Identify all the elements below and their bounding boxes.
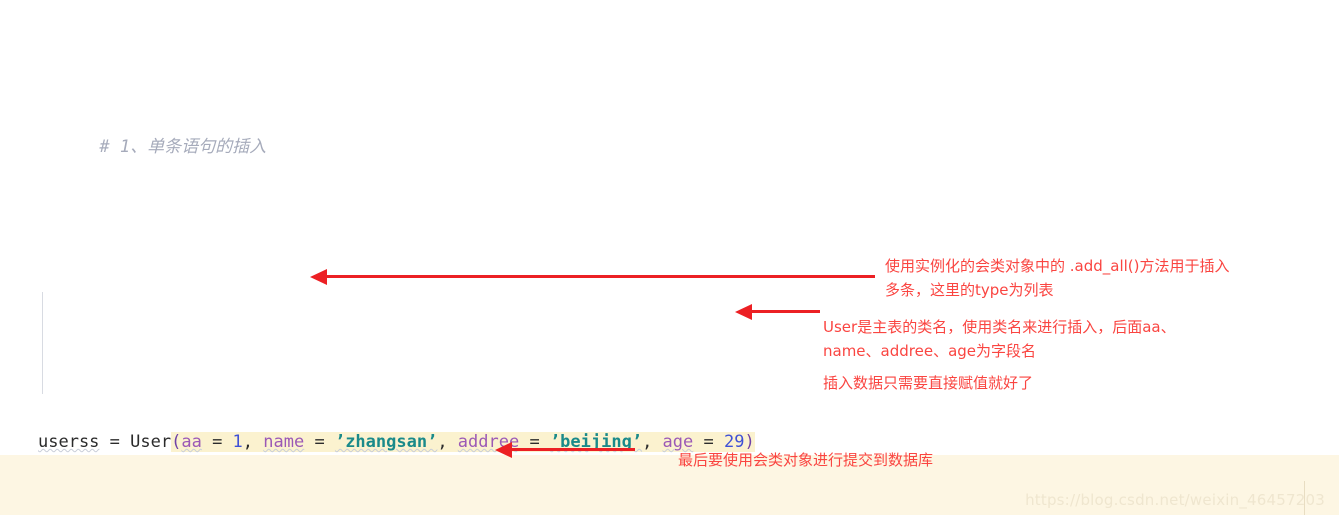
arrow-to-user-args [735, 304, 820, 320]
code-spacer-1 [38, 225, 858, 256]
arrow-shaft [751, 310, 820, 313]
arrow-shaft [511, 448, 635, 451]
annotation-assign: 插入数据只需要直接赋值就好了 [823, 374, 1034, 392]
token-comma-1b: , [437, 432, 458, 452]
annotation-commit: 最后要使用会类对象进行提交到数据库 [678, 451, 934, 469]
csdn-watermark: https://blog.csdn.net/weixin_46457203 [1025, 491, 1325, 509]
arrow-head-icon [735, 304, 752, 320]
token-userss: userss [38, 432, 100, 452]
token-comma-1a: , [242, 432, 264, 452]
arrow-head-icon [310, 269, 327, 285]
token-eq-1: = [99, 432, 131, 452]
arrow-shaft [326, 275, 875, 278]
code-line-comment-single: # 1、单条语句的插入 [38, 101, 858, 157]
token-user-class-1: User [130, 432, 172, 452]
token-name-val-1: ’zhangsan’ [334, 432, 438, 452]
code-block[interactable]: # 1、单条语句的插入 userss = User(aa = 1, name =… [38, 8, 858, 515]
code-spacer-1b [38, 318, 858, 334]
token-aa-eq-1: = [201, 432, 233, 452]
token-aa-1: aa [181, 432, 202, 452]
token-name-1: name [263, 432, 305, 452]
annotation-add-all: 使用实例化的会类对象中的 .add_all()方法用于插入 多条，这里的type… [885, 257, 1230, 299]
annotation-user-class: User是主表的类名，使用类名来进行插入，后面aa、 name、addree、a… [823, 318, 1176, 360]
arrow-to-final-commit [495, 442, 635, 458]
screenshot-root: # 1、单条语句的插入 userss = User(aa = 1, name =… [0, 0, 1339, 515]
token-paren-open-1: ( [171, 432, 182, 452]
arrow-head-icon [495, 442, 512, 458]
comment-single-insert: # 1、单条语句的插入 [99, 137, 267, 157]
token-name-eq-1: = [304, 432, 335, 452]
token-aa-val-1: 1 [232, 432, 243, 452]
arrow-to-add-all [310, 269, 875, 285]
token-comma-1c: , [642, 432, 663, 452]
